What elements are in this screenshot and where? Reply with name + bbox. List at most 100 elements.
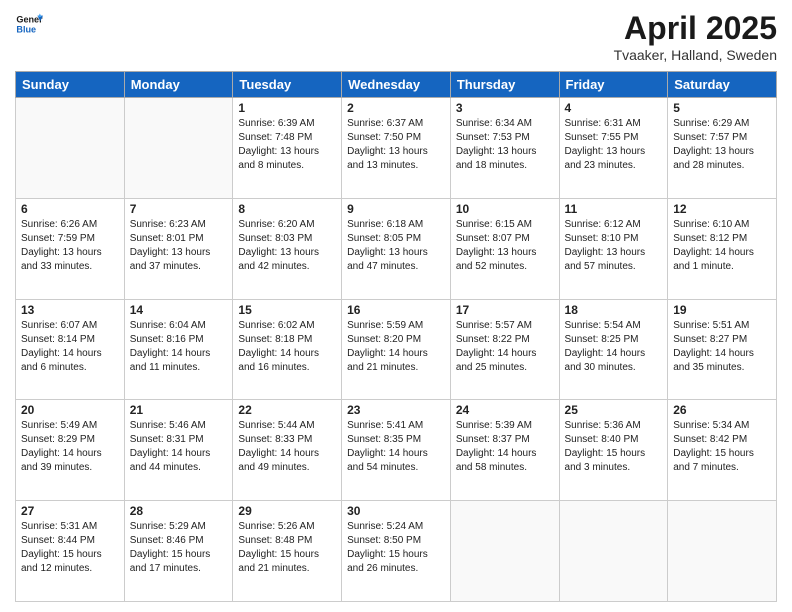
day-info: Sunrise: 5:51 AM Sunset: 8:27 PM Dayligh…	[673, 319, 771, 375]
day-number: 8	[238, 202, 336, 216]
calendar-cell: 26 Sunrise: 5:34 AM Sunset: 8:42 PM Dayli…	[668, 400, 777, 501]
day-info: Sunrise: 6:31 AM Sunset: 7:55 PM Dayligh…	[565, 117, 663, 173]
day-info: Sunrise: 5:57 AM Sunset: 8:22 PM Dayligh…	[456, 319, 554, 375]
day-info: Sunrise: 5:31 AM Sunset: 8:44 PM Dayligh…	[21, 520, 119, 576]
day-number: 11	[565, 202, 663, 216]
day-info: Sunrise: 6:34 AM Sunset: 7:53 PM Dayligh…	[456, 117, 554, 173]
day-number: 16	[347, 303, 445, 317]
calendar-cell: 19 Sunrise: 5:51 AM Sunset: 8:27 PM Dayli…	[668, 299, 777, 400]
day-header-thursday: Thursday	[450, 72, 559, 98]
calendar-cell: 7Sunrise: 6:23 AM Sunset: 8:01 PM Daylig…	[124, 198, 233, 299]
day-number: 22	[238, 403, 336, 417]
header: General Blue April 2025 Tvaaker, Halland…	[15, 10, 777, 63]
calendar-cell	[16, 98, 125, 199]
calendar-table: SundayMondayTuesdayWednesdayThursdayFrid…	[15, 71, 777, 602]
day-info: Sunrise: 6:39 AM Sunset: 7:48 PM Dayligh…	[238, 117, 336, 173]
day-header-tuesday: Tuesday	[233, 72, 342, 98]
day-number: 5	[673, 101, 771, 115]
day-number: 3	[456, 101, 554, 115]
day-info: Sunrise: 6:10 AM Sunset: 8:12 PM Dayligh…	[673, 218, 771, 274]
calendar-cell: 25 Sunrise: 5:36 AM Sunset: 8:40 PM Dayli…	[559, 400, 668, 501]
calendar-cell: 14 Sunrise: 6:04 AM Sunset: 8:16 PM Dayli…	[124, 299, 233, 400]
calendar-cell: 18 Sunrise: 5:54 AM Sunset: 8:25 PM Dayli…	[559, 299, 668, 400]
day-number: 21	[130, 403, 228, 417]
calendar-cell: 2 Sunrise: 6:37 AM Sunset: 7:50 PM Daylig…	[342, 98, 451, 199]
svg-text:Blue: Blue	[16, 24, 36, 34]
calendar-cell	[668, 501, 777, 602]
calendar-cell: 15 Sunrise: 6:02 AM Sunset: 8:18 PM Dayli…	[233, 299, 342, 400]
calendar-cell: 16 Sunrise: 5:59 AM Sunset: 8:20 PM Dayli…	[342, 299, 451, 400]
day-number: 23	[347, 403, 445, 417]
week-row-1: 6 Sunrise: 6:26 AM Sunset: 7:59 PM Daylig…	[16, 198, 777, 299]
day-number: 10	[456, 202, 554, 216]
day-header-saturday: Saturday	[668, 72, 777, 98]
day-number: 2	[347, 101, 445, 115]
calendar-cell: 27Sunrise: 5:31 AM Sunset: 8:44 PM Dayli…	[16, 501, 125, 602]
day-number: 26	[673, 403, 771, 417]
month-title: April 2025	[614, 10, 777, 47]
day-info: Sunrise: 6:07 AM Sunset: 8:14 PM Dayligh…	[21, 319, 119, 375]
calendar-cell	[559, 501, 668, 602]
day-number: 30	[347, 504, 445, 518]
calendar-cell: 8 Sunrise: 6:20 AM Sunset: 8:03 PM Daylig…	[233, 198, 342, 299]
location: Tvaaker, Halland, Sweden	[614, 47, 777, 63]
day-info: Sunrise: 6:37 AM Sunset: 7:50 PM Dayligh…	[347, 117, 445, 173]
day-number: 18	[565, 303, 663, 317]
day-info: Sunrise: 6:20 AM Sunset: 8:03 PM Dayligh…	[238, 218, 336, 274]
calendar-cell: 3 Sunrise: 6:34 AM Sunset: 7:53 PM Daylig…	[450, 98, 559, 199]
day-number: 4	[565, 101, 663, 115]
calendar-cell: 5Sunrise: 6:29 AM Sunset: 7:57 PM Daylig…	[668, 98, 777, 199]
calendar-cell: 28 Sunrise: 5:29 AM Sunset: 8:46 PM Dayli…	[124, 501, 233, 602]
week-row-3: 20 Sunrise: 5:49 AM Sunset: 8:29 PM Dayli…	[16, 400, 777, 501]
calendar-cell: 1 Sunrise: 6:39 AM Sunset: 7:48 PM Daylig…	[233, 98, 342, 199]
calendar-cell: 24 Sunrise: 5:39 AM Sunset: 8:37 PM Dayli…	[450, 400, 559, 501]
day-info: Sunrise: 6:02 AM Sunset: 8:18 PM Dayligh…	[238, 319, 336, 375]
calendar-cell: 9 Sunrise: 6:18 AM Sunset: 8:05 PM Daylig…	[342, 198, 451, 299]
day-number: 6	[21, 202, 119, 216]
day-number: 12	[673, 202, 771, 216]
page: General Blue April 2025 Tvaaker, Halland…	[0, 0, 792, 612]
day-number: 9	[347, 202, 445, 216]
calendar-cell: 12 Sunrise: 6:10 AM Sunset: 8:12 PM Dayli…	[668, 198, 777, 299]
calendar-cell: 6 Sunrise: 6:26 AM Sunset: 7:59 PM Daylig…	[16, 198, 125, 299]
day-info: Sunrise: 5:34 AM Sunset: 8:42 PM Dayligh…	[673, 419, 771, 475]
calendar-cell: 30Sunrise: 5:24 AM Sunset: 8:50 PM Dayli…	[342, 501, 451, 602]
day-info: Sunrise: 5:39 AM Sunset: 8:37 PM Dayligh…	[456, 419, 554, 475]
calendar-cell: 10 Sunrise: 6:15 AM Sunset: 8:07 PM Dayli…	[450, 198, 559, 299]
calendar-cell: 17Sunrise: 5:57 AM Sunset: 8:22 PM Dayli…	[450, 299, 559, 400]
logo-icon: General Blue	[15, 10, 43, 38]
day-info: Sunrise: 5:36 AM Sunset: 8:40 PM Dayligh…	[565, 419, 663, 475]
day-number: 13	[21, 303, 119, 317]
day-number: 20	[21, 403, 119, 417]
calendar-cell: 4 Sunrise: 6:31 AM Sunset: 7:55 PM Daylig…	[559, 98, 668, 199]
day-info: Sunrise: 6:23 AM Sunset: 8:01 PM Dayligh…	[130, 218, 228, 274]
calendar-cell	[450, 501, 559, 602]
day-number: 25	[565, 403, 663, 417]
day-number: 15	[238, 303, 336, 317]
day-info: Sunrise: 5:41 AM Sunset: 8:35 PM Dayligh…	[347, 419, 445, 475]
day-header-wednesday: Wednesday	[342, 72, 451, 98]
day-number: 14	[130, 303, 228, 317]
day-number: 19	[673, 303, 771, 317]
day-info: Sunrise: 5:59 AM Sunset: 8:20 PM Dayligh…	[347, 319, 445, 375]
day-info: Sunrise: 6:15 AM Sunset: 8:07 PM Dayligh…	[456, 218, 554, 274]
day-info: Sunrise: 5:29 AM Sunset: 8:46 PM Dayligh…	[130, 520, 228, 576]
calendar-cell: 11 Sunrise: 6:12 AM Sunset: 8:10 PM Dayli…	[559, 198, 668, 299]
day-header-sunday: Sunday	[16, 72, 125, 98]
day-info: Sunrise: 6:18 AM Sunset: 8:05 PM Dayligh…	[347, 218, 445, 274]
day-info: Sunrise: 5:49 AM Sunset: 8:29 PM Dayligh…	[21, 419, 119, 475]
day-number: 24	[456, 403, 554, 417]
day-info: Sunrise: 5:44 AM Sunset: 8:33 PM Dayligh…	[238, 419, 336, 475]
day-header-friday: Friday	[559, 72, 668, 98]
day-info: Sunrise: 6:26 AM Sunset: 7:59 PM Dayligh…	[21, 218, 119, 274]
day-number: 1	[238, 101, 336, 115]
day-info: Sunrise: 5:46 AM Sunset: 8:31 PM Dayligh…	[130, 419, 228, 475]
week-row-2: 13 Sunrise: 6:07 AM Sunset: 8:14 PM Dayli…	[16, 299, 777, 400]
day-info: Sunrise: 5:54 AM Sunset: 8:25 PM Dayligh…	[565, 319, 663, 375]
calendar-cell: 21 Sunrise: 5:46 AM Sunset: 8:31 PM Dayli…	[124, 400, 233, 501]
day-header-monday: Monday	[124, 72, 233, 98]
day-number: 28	[130, 504, 228, 518]
day-info: Sunrise: 6:12 AM Sunset: 8:10 PM Dayligh…	[565, 218, 663, 274]
week-row-4: 27Sunrise: 5:31 AM Sunset: 8:44 PM Dayli…	[16, 501, 777, 602]
day-info: Sunrise: 6:04 AM Sunset: 8:16 PM Dayligh…	[130, 319, 228, 375]
